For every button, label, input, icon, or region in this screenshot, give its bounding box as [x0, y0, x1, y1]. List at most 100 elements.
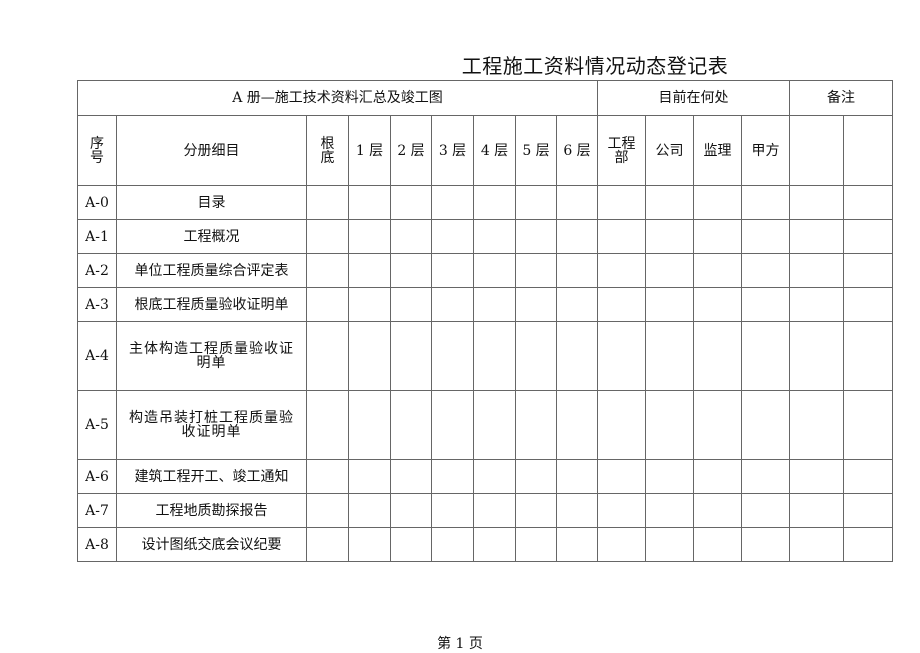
- entry-cell[interactable]: [431, 390, 474, 460]
- entry-cell[interactable]: [515, 493, 557, 528]
- entry-cell[interactable]: [556, 253, 598, 288]
- entry-cell[interactable]: [843, 253, 893, 288]
- entry-cell[interactable]: [390, 185, 432, 220]
- entry-cell[interactable]: [597, 493, 646, 528]
- entry-cell[interactable]: [556, 321, 598, 391]
- entry-cell[interactable]: [556, 219, 598, 254]
- entry-cell[interactable]: [515, 287, 557, 322]
- entry-cell[interactable]: [348, 219, 391, 254]
- entry-cell[interactable]: [645, 219, 694, 254]
- entry-cell[interactable]: [473, 321, 516, 391]
- entry-cell[interactable]: [473, 390, 516, 460]
- entry-cell[interactable]: [843, 287, 893, 322]
- entry-cell[interactable]: [390, 219, 432, 254]
- entry-cell[interactable]: [789, 527, 844, 562]
- entry-cell[interactable]: [789, 459, 844, 494]
- entry-cell[interactable]: [693, 390, 742, 460]
- entry-cell[interactable]: [645, 287, 694, 322]
- entry-cell[interactable]: [348, 287, 391, 322]
- entry-cell[interactable]: [843, 459, 893, 494]
- entry-cell[interactable]: [741, 527, 790, 562]
- entry-cell[interactable]: [556, 185, 598, 220]
- entry-cell[interactable]: [515, 321, 557, 391]
- entry-cell[interactable]: [306, 493, 349, 528]
- entry-cell[interactable]: [597, 390, 646, 460]
- entry-cell[interactable]: [306, 185, 349, 220]
- entry-cell[interactable]: [390, 493, 432, 528]
- entry-cell[interactable]: [597, 321, 646, 391]
- entry-cell[interactable]: [693, 253, 742, 288]
- entry-cell[interactable]: [473, 493, 516, 528]
- entry-cell[interactable]: [390, 527, 432, 562]
- entry-cell[interactable]: [693, 527, 742, 562]
- entry-cell[interactable]: [645, 321, 694, 391]
- entry-cell[interactable]: [741, 253, 790, 288]
- entry-cell[interactable]: [348, 459, 391, 494]
- entry-cell[interactable]: [741, 287, 790, 322]
- entry-cell[interactable]: [556, 287, 598, 322]
- entry-cell[interactable]: [597, 219, 646, 254]
- entry-cell[interactable]: [431, 185, 474, 220]
- entry-cell[interactable]: [348, 493, 391, 528]
- entry-cell[interactable]: [741, 493, 790, 528]
- entry-cell[interactable]: [348, 185, 391, 220]
- entry-cell[interactable]: [556, 459, 598, 494]
- entry-cell[interactable]: [789, 390, 844, 460]
- entry-cell[interactable]: [348, 321, 391, 391]
- entry-cell[interactable]: [515, 185, 557, 220]
- entry-cell[interactable]: [515, 253, 557, 288]
- entry-cell[interactable]: [306, 253, 349, 288]
- entry-cell[interactable]: [789, 219, 844, 254]
- entry-cell[interactable]: [431, 219, 474, 254]
- entry-cell[interactable]: [693, 185, 742, 220]
- entry-cell[interactable]: [645, 253, 694, 288]
- entry-cell[interactable]: [741, 321, 790, 391]
- entry-cell[interactable]: [473, 527, 516, 562]
- entry-cell[interactable]: [556, 390, 598, 460]
- entry-cell[interactable]: [473, 219, 516, 254]
- entry-cell[interactable]: [556, 527, 598, 562]
- entry-cell[interactable]: [843, 527, 893, 562]
- entry-cell[interactable]: [306, 527, 349, 562]
- entry-cell[interactable]: [348, 253, 391, 288]
- entry-cell[interactable]: [515, 219, 557, 254]
- entry-cell[interactable]: [473, 253, 516, 288]
- entry-cell[interactable]: [741, 459, 790, 494]
- entry-cell[interactable]: [473, 287, 516, 322]
- entry-cell[interactable]: [789, 185, 844, 220]
- entry-cell[interactable]: [306, 390, 349, 460]
- entry-cell[interactable]: [843, 321, 893, 391]
- entry-cell[interactable]: [645, 493, 694, 528]
- entry-cell[interactable]: [390, 459, 432, 494]
- entry-cell[interactable]: [348, 527, 391, 562]
- entry-cell[interactable]: [843, 219, 893, 254]
- entry-cell[interactable]: [597, 185, 646, 220]
- entry-cell[interactable]: [693, 493, 742, 528]
- entry-cell[interactable]: [556, 493, 598, 528]
- entry-cell[interactable]: [431, 253, 474, 288]
- entry-cell[interactable]: [597, 527, 646, 562]
- entry-cell[interactable]: [597, 253, 646, 288]
- entry-cell[interactable]: [741, 219, 790, 254]
- entry-cell[interactable]: [515, 390, 557, 460]
- entry-cell[interactable]: [390, 253, 432, 288]
- entry-cell[interactable]: [645, 390, 694, 460]
- entry-cell[interactable]: [597, 459, 646, 494]
- entry-cell[interactable]: [390, 287, 432, 322]
- entry-cell[interactable]: [473, 185, 516, 220]
- entry-cell[interactable]: [431, 493, 474, 528]
- entry-cell[interactable]: [645, 185, 694, 220]
- entry-cell[interactable]: [515, 527, 557, 562]
- entry-cell[interactable]: [741, 185, 790, 220]
- entry-cell[interactable]: [645, 527, 694, 562]
- entry-cell[interactable]: [645, 459, 694, 494]
- entry-cell[interactable]: [390, 390, 432, 460]
- entry-cell[interactable]: [431, 459, 474, 494]
- entry-cell[interactable]: [693, 321, 742, 391]
- entry-cell[interactable]: [390, 321, 432, 391]
- entry-cell[interactable]: [597, 287, 646, 322]
- entry-cell[interactable]: [741, 390, 790, 460]
- entry-cell[interactable]: [843, 185, 893, 220]
- entry-cell[interactable]: [348, 390, 391, 460]
- entry-cell[interactable]: [431, 287, 474, 322]
